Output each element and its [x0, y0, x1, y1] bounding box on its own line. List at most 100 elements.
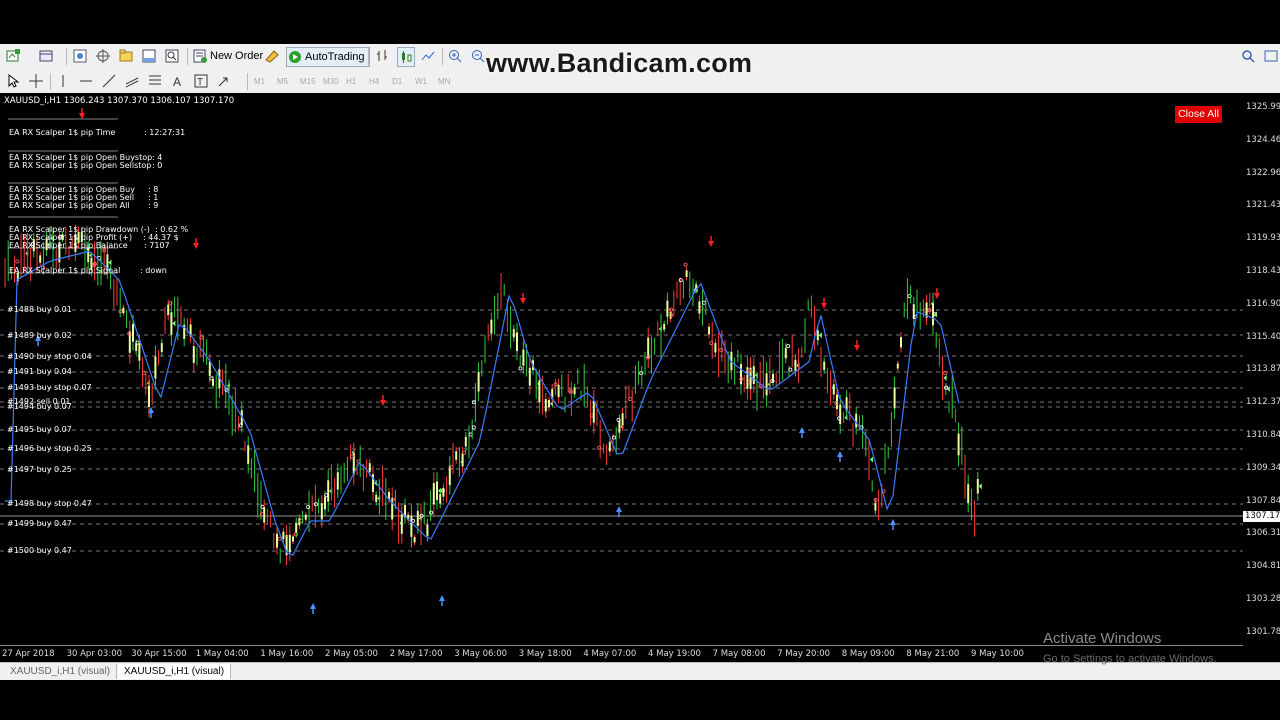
timeframe-mn[interactable]: MN	[438, 72, 450, 90]
terminal-icon	[142, 49, 156, 63]
candlestick-button[interactable]	[397, 47, 415, 67]
tab-chart-1[interactable]: XAUUSD_i,H1 (visual)	[4, 664, 118, 679]
zoom-out-button[interactable]	[470, 47, 486, 65]
new-order-button[interactable]: New Order	[192, 47, 263, 65]
svg-text:A: A	[173, 75, 181, 89]
terminal-button[interactable]	[141, 47, 157, 65]
panel-balance-label: EA RX Scalper 1$ pip Balance	[9, 241, 128, 250]
trendline-tool[interactable]	[101, 72, 117, 90]
cursor-icon	[8, 73, 20, 88]
search-icon	[1242, 50, 1255, 63]
bar-chart-button[interactable]	[374, 47, 390, 65]
crosshair-tool[interactable]	[28, 72, 44, 90]
tab-chart-2[interactable]: XAUUSD_i,H1 (visual)	[118, 664, 232, 679]
timeframe-d1[interactable]: D1	[392, 72, 402, 90]
market-watch-button[interactable]	[72, 47, 88, 65]
bandicam-watermark: www.Bandicam.com	[486, 48, 753, 78]
timeframe-m15[interactable]: M15	[300, 72, 316, 90]
zoom-out-icon	[472, 50, 485, 63]
price-label: 1307.840	[1246, 495, 1280, 506]
horizontal-line-tool[interactable]	[78, 72, 94, 90]
panel-time-value: : 12:27:31	[144, 128, 186, 137]
sell-arrow	[380, 400, 386, 406]
navigator-icon	[119, 49, 133, 62]
text-tool[interactable]: A	[170, 72, 186, 90]
text-label-tool[interactable]: T	[193, 72, 209, 90]
price-label: 1312.370	[1246, 397, 1280, 408]
community-button[interactable]	[1263, 47, 1279, 65]
activate-windows-title: Activate Windows	[1043, 630, 1162, 647]
buy-arrow	[799, 427, 805, 433]
sell-arrow	[708, 241, 714, 247]
crosshair-icon	[96, 49, 110, 63]
buy-arrow	[890, 519, 896, 525]
buy-arrow	[616, 506, 622, 512]
order-label-1495: #1495 buy 0.07	[7, 425, 72, 434]
time-label: 3 May 06:00	[454, 649, 508, 659]
timeframe-h4[interactable]: H4	[369, 72, 379, 90]
entry-arrow	[818, 332, 822, 339]
autotrading-button[interactable]: AutoTrading	[286, 47, 370, 67]
community-icon	[1264, 50, 1278, 62]
time-label: 3 May 18:00	[518, 649, 572, 659]
vertical-line-tool[interactable]	[55, 72, 71, 90]
price-label: 1316.900	[1246, 298, 1280, 309]
vertical-line-icon	[62, 75, 64, 87]
timeframe-m1[interactable]: M1	[254, 72, 265, 90]
zoom-in-button[interactable]	[447, 47, 463, 65]
timeframe-m5[interactable]: M5	[277, 72, 288, 90]
time-label: 2 May 17:00	[389, 649, 443, 659]
order-label-1499: #1499 buy 0.47	[7, 519, 72, 528]
candlestick-icon	[402, 51, 412, 63]
fibonacci-tool[interactable]	[147, 72, 163, 90]
time-label: 27 Apr 2018	[2, 649, 55, 659]
equidistant-channel-tool[interactable]	[124, 72, 140, 90]
order-label-1488: #1488 buy 0.01	[7, 305, 72, 314]
sell-arrow	[854, 345, 860, 351]
arrows-tool[interactable]	[216, 72, 232, 90]
order-label-1494: #1494 buy 0.07	[7, 402, 72, 411]
entry-arrow	[943, 374, 947, 381]
horizontal-line-icon	[80, 80, 92, 82]
new-chart-button[interactable]	[5, 47, 21, 65]
panel-open-all-label: EA RX Scalper 1$ pip Open All	[9, 201, 130, 210]
timeframe-m30[interactable]: M30	[323, 72, 339, 90]
search-button[interactable]	[1240, 47, 1256, 65]
sell-arrow	[934, 293, 940, 299]
fibonacci-icon	[149, 75, 161, 85]
metaeditor-button[interactable]	[264, 47, 280, 65]
price-label: 1315.400	[1246, 331, 1280, 342]
strategy-tester-button[interactable]	[164, 47, 180, 65]
time-label: 30 Apr 03:00	[66, 649, 123, 659]
order-label-1500: #1500 buy 0.47	[7, 546, 72, 555]
buy-arrow	[439, 595, 445, 601]
trade-marker	[678, 278, 683, 283]
trade-marker	[518, 366, 523, 371]
timeframe-w1[interactable]: W1	[415, 72, 427, 90]
line-chart-icon	[421, 51, 435, 61]
channel-icon	[125, 77, 139, 88]
profiles-button[interactable]	[38, 47, 54, 65]
order-label-1490: #1490 buy stop 0.04	[7, 352, 92, 361]
navigator-button[interactable]	[118, 47, 134, 65]
terminal-window: New Order AutoTrading A T M1 M5 M15 M30 …	[0, 0, 1280, 720]
close-all-button[interactable]: Close All	[1175, 106, 1222, 123]
metaeditor-icon	[265, 50, 279, 63]
time-label: 1 May 04:00	[195, 649, 249, 659]
price-label: 1304.810	[1246, 561, 1280, 572]
arrows-icon	[218, 77, 228, 87]
timeframe-h1[interactable]: H1	[346, 72, 356, 90]
market-watch-icon	[73, 49, 87, 63]
time-label: 8 May 09:00	[841, 649, 895, 659]
panel-open-sellstop-label: EA RX Scalper 1$ pip Open Sellstop	[9, 161, 152, 170]
trade-marker	[683, 262, 688, 267]
order-label-1491: #1491 buy 0.04	[7, 367, 72, 376]
price-label: 1306.310	[1246, 528, 1280, 539]
new-chart-icon	[6, 49, 20, 62]
line-chart-button[interactable]	[420, 47, 436, 65]
data-window-button[interactable]	[95, 47, 111, 65]
zoom-in-icon	[449, 50, 462, 63]
order-label-1497: #1497 buy 0.25	[7, 465, 72, 474]
cursor-tool[interactable]	[5, 72, 21, 90]
price-label: 1325.990	[1246, 102, 1280, 112]
